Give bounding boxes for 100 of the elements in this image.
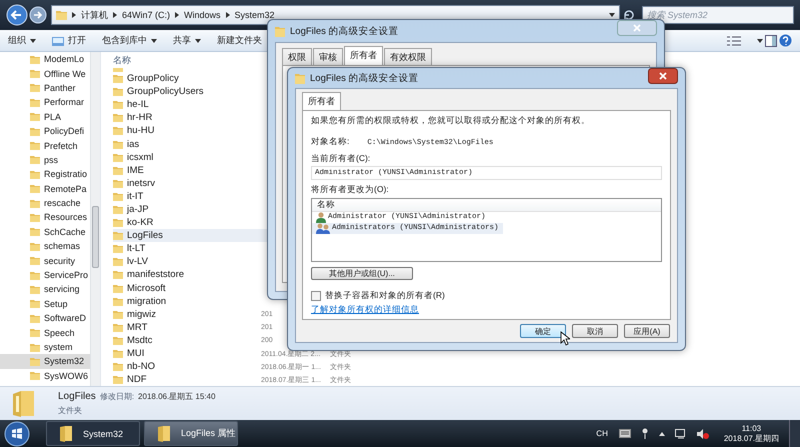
nav-item[interactable]: Setup [0,296,90,312]
nav-item[interactable]: ModemLo [0,52,90,66]
breadcrumb[interactable]: Windows [184,10,221,20]
help-icon [779,34,792,47]
file-row[interactable]: MUI [113,346,263,360]
file-row[interactable]: Msdtc [113,334,263,347]
tab[interactable]: 所有者 [302,92,341,110]
file-row[interactable]: hu-HU [113,124,263,138]
column-header[interactable]: 名称 [312,199,661,212]
field-value: 2018.06.星期五 15:40 [138,391,216,402]
checkbox[interactable] [311,290,321,300]
scrollbar-thumb[interactable] [92,206,99,268]
file-row[interactable]: lv-LV [113,255,263,268]
nav-item[interactable]: pss [0,152,90,168]
tab[interactable]: 所有者 [344,46,383,65]
toolbar-button[interactable]: 共享 [173,34,201,47]
taskbar-button[interactable]: LogFiles 属性 [144,421,238,446]
nav-item[interactable]: Speech [0,325,90,340]
speaker-icon [696,428,709,438]
window-title: LogFiles 的高级安全设置 [310,72,419,84]
refresh-icon [624,10,634,20]
toolbar-button[interactable]: 组织 [8,34,36,47]
help-link[interactable]: 了解对象所有权的详细信息 [311,304,419,315]
taskbar-button[interactable]: System32 [46,421,140,446]
file-row[interactable]: IME [113,164,263,177]
file-row[interactable]: hr-HR [113,111,263,124]
file-row[interactable]: ko-KR [113,216,263,230]
caret-icon [609,13,615,17]
nav-item[interactable]: schemas [0,239,90,254]
nav-item[interactable]: PLA [0,110,90,124]
nav-item[interactable]: Resources [0,210,90,225]
nav-item[interactable]: Panther [0,80,90,96]
file-row[interactable]: icsxml [113,150,263,164]
nav-item[interactable]: SoftwareD [0,311,90,326]
view-icon [727,36,741,46]
description-text: 如果您有所需的权限或特权，您就可以取得或分配这个对象的所有权。 [311,115,591,126]
file-row[interactable]: manifeststore [113,268,263,282]
nav-item[interactable]: rescache [0,196,90,210]
file-row[interactable]: he-IL [113,98,263,112]
nav-item[interactable]: PolicyDefi [0,124,90,138]
nav-item[interactable]: ServicePro [0,268,90,282]
chevron-icon [113,12,117,18]
caret-icon [195,38,201,42]
dialog-button[interactable]: 应用(A) [624,324,670,338]
file-row[interactable]: migwiz [113,308,263,321]
chevron-icon [72,12,76,18]
file-row[interactable]: Microsoft [113,282,263,295]
file-row[interactable]: NDF [113,373,263,386]
tab[interactable]: 权限 [282,48,312,65]
file-type: 文件夹 [58,405,83,416]
file-row[interactable]: MRT [113,320,263,334]
nav-item[interactable]: Performar [0,95,90,110]
nav-item[interactable]: Offline We [0,66,90,81]
other-users-button[interactable]: 其他用户或组(U)... [311,267,413,280]
field-label: 当前所有者(C): [311,153,372,164]
breadcrumb[interactable]: 64Win7 (C:) [122,10,170,20]
show-desktop-button[interactable] [789,420,800,447]
file-row[interactable]: GroupPolicyUsers [113,85,263,98]
file-row[interactable]: lt-LT [113,242,263,256]
clock-date[interactable]: 2018.07.星期四 [724,432,779,444]
scrollbar[interactable] [90,52,100,386]
nav-item[interactable]: security [0,253,90,268]
nav-item[interactable]: SchCache [0,224,90,240]
toolbar-button[interactable]: 打开 [52,34,86,47]
preview-pane-icon [765,34,777,46]
breadcrumb[interactable]: 计算机 [81,8,108,22]
nav-item[interactable]: SysWOW6 [0,368,90,383]
field-label: 对象名称: [311,136,350,147]
chevron-icon [226,12,230,18]
dialog-button[interactable]: 确定 [520,324,566,338]
toolbar-button[interactable]: 包含到库中 [102,34,157,47]
file-row[interactable]: it-IT [113,190,263,203]
network-icon [674,428,687,438]
nav-item[interactable]: Registratio [0,167,90,182]
file-row[interactable]: ja-JP [113,202,263,216]
back-icon [6,4,28,26]
nav-item[interactable]: Prefetch [0,138,90,153]
dialog-button[interactable]: 取消 [572,324,618,338]
file-row[interactable]: GroupPolicy [113,72,263,86]
field-label: 修改日期: [100,391,134,402]
nav-item[interactable]: servicing [0,282,90,297]
nav-item[interactable]: System32 [0,354,90,369]
caret-icon [151,38,157,42]
tab[interactable]: 审核 [313,48,343,65]
tab[interactable]: 有效权限 [384,48,432,65]
language-indicator[interactable]: CH [596,429,608,438]
file-row[interactable]: inetsrv [113,176,263,190]
window-title: LogFiles 的高级安全设置 [290,24,399,38]
chevron-icon [175,12,180,18]
file-row[interactable]: nb-NO [113,360,263,374]
file-row[interactable]: ias [113,137,263,151]
caret-icon [30,38,36,42]
file-row[interactable]: migration [113,294,263,308]
nav-item[interactable]: system [0,340,90,354]
search-field[interactable]: 搜索 System32 [642,6,794,24]
column-header[interactable]: 名称 [113,54,131,66]
toolbar-button[interactable]: 新建文件夹 [217,34,262,47]
clock-time[interactable]: 11:03 [742,424,762,432]
nav-item[interactable]: RemotePa [0,182,90,196]
breadcrumb[interactable]: System32 [234,10,275,20]
